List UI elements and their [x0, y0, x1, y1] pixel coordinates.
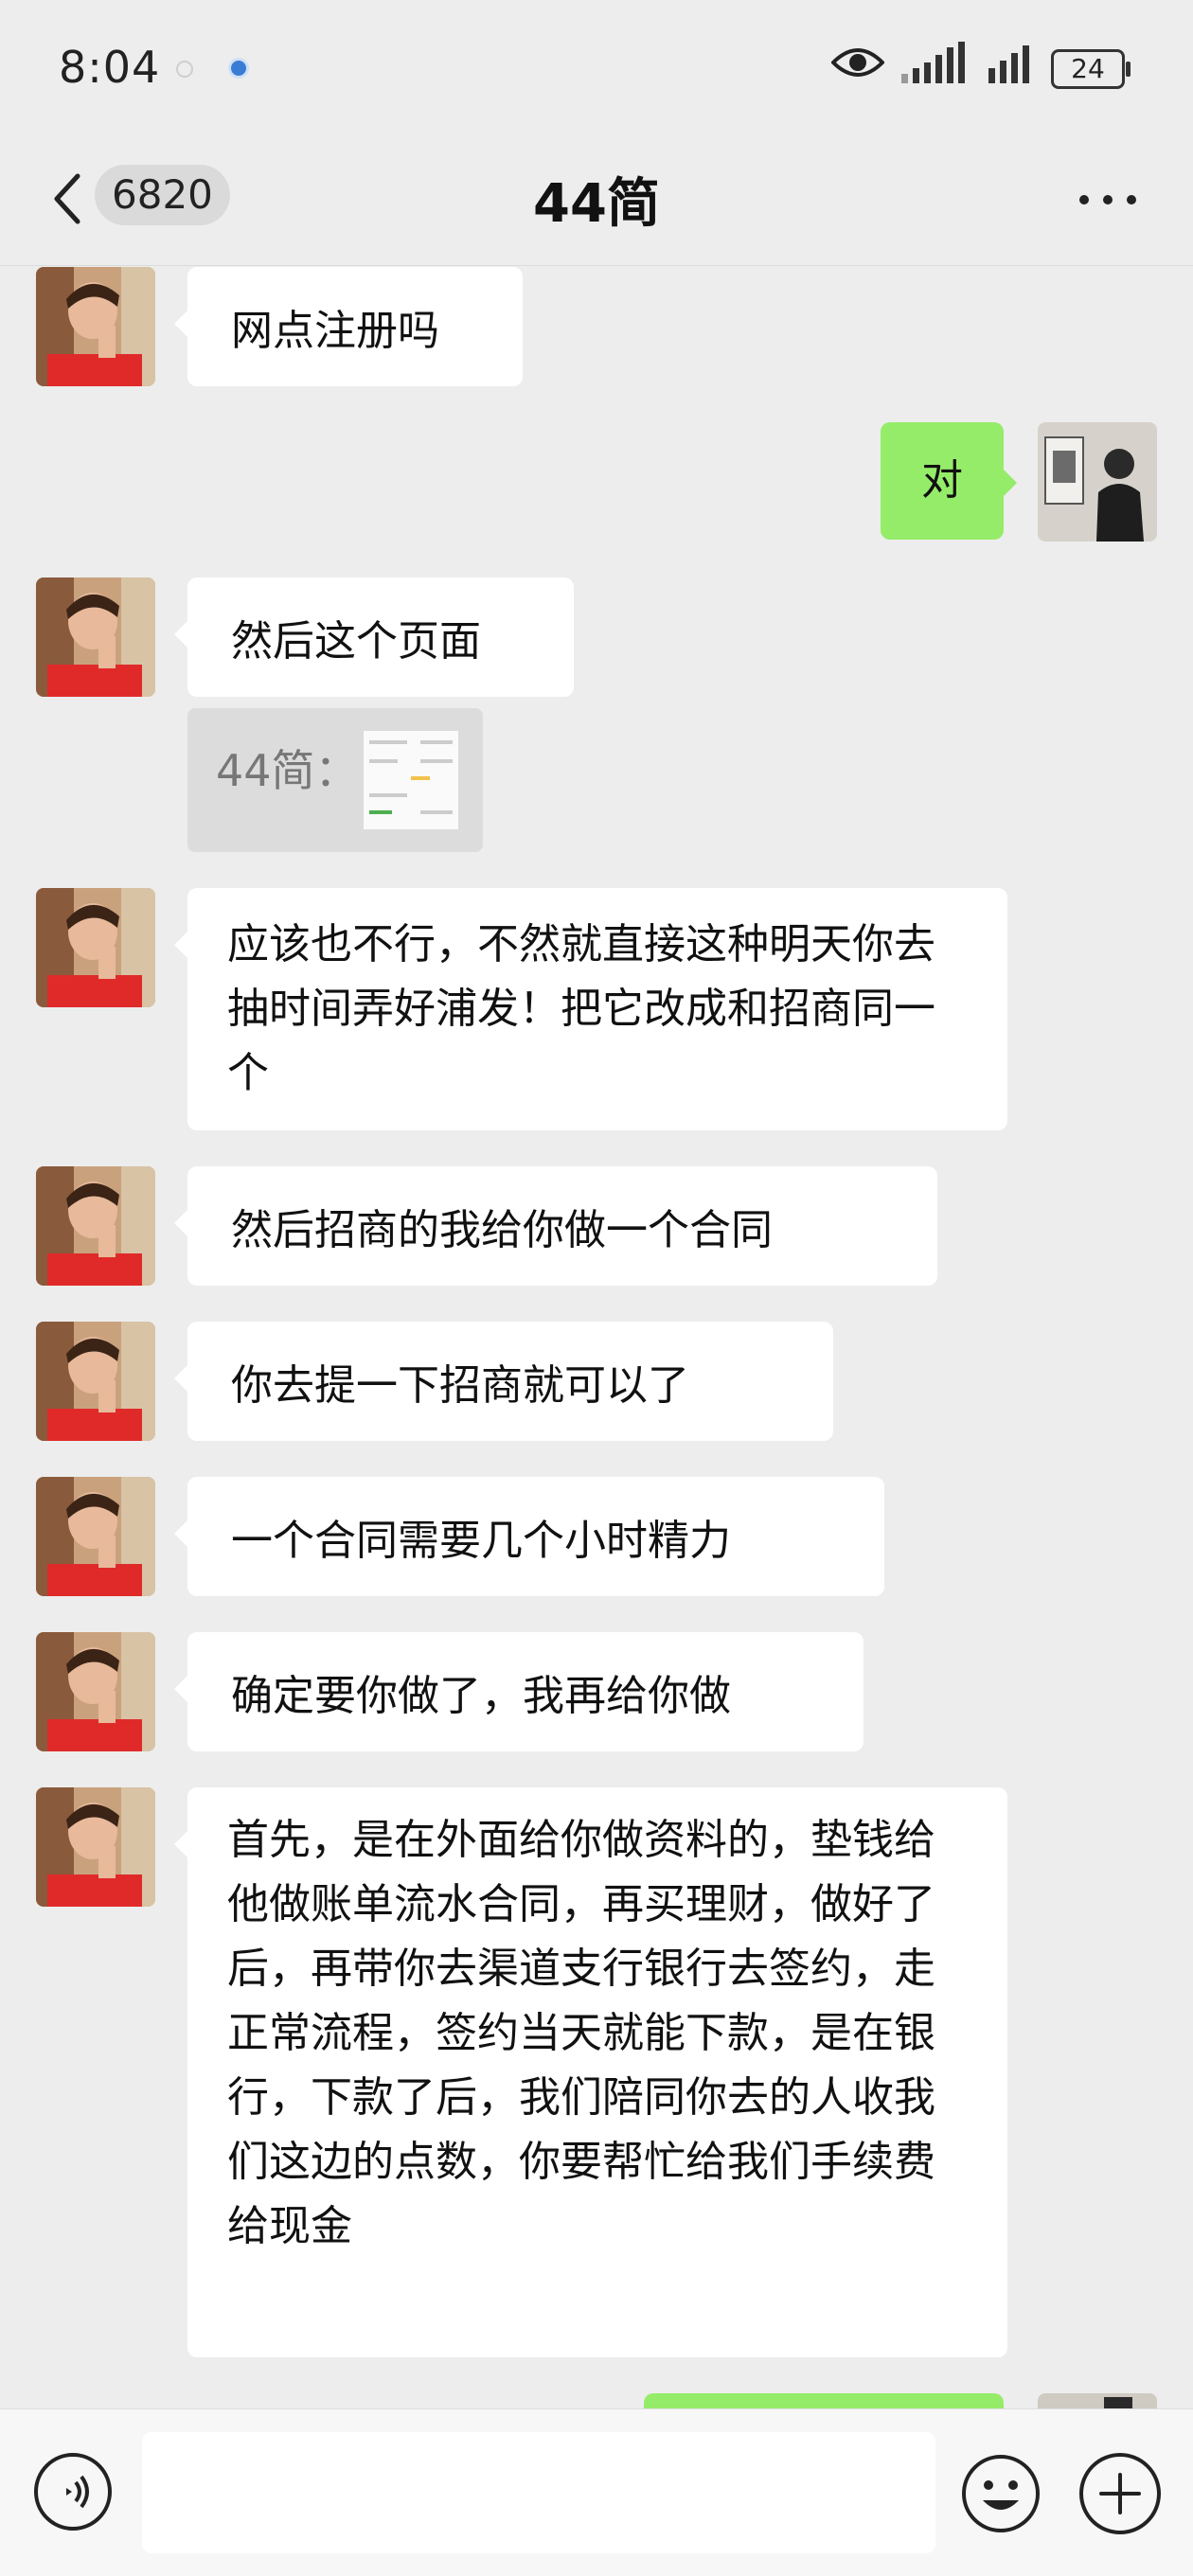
signal-icon — [988, 45, 1029, 83]
quoted-image-thumbnail[interactable] — [364, 731, 458, 829]
chat-header: 6820 44简 — [0, 142, 1193, 266]
contact-avatar[interactable] — [36, 888, 155, 1007]
status-dot-icon — [176, 61, 193, 78]
emoji-icon[interactable] — [960, 2453, 1042, 2534]
message-bubble: 首先，是在外面给你做资料的，垫钱给他做账单流水合同，再买理财，做好了后，再带你去… — [174, 1787, 1007, 2357]
contact-avatar[interactable] — [36, 577, 155, 697]
my-avatar[interactable] — [1038, 2393, 1157, 2408]
contact-avatar[interactable] — [36, 1787, 155, 1907]
quoted-message[interactable]: 44简： — [187, 708, 483, 852]
eye-icon — [831, 48, 884, 77]
contact-avatar[interactable] — [36, 267, 155, 386]
message-bubble-partial — [644, 2393, 1004, 2408]
signal-icon — [901, 42, 965, 83]
battery-indicator: 24 — [1051, 49, 1131, 89]
message-bubble: 然后招商的我给你做一个合同 — [174, 1166, 937, 1286]
plus-icon[interactable] — [1079, 2453, 1161, 2534]
quoted-message-text: 44简： — [216, 745, 359, 796]
location-dot-icon — [231, 61, 246, 76]
contact-avatar[interactable] — [36, 1322, 155, 1441]
message-input[interactable] — [142, 2432, 935, 2553]
contact-avatar[interactable] — [36, 1477, 155, 1596]
chat-title: 44简 — [533, 173, 660, 235]
my-avatar[interactable] — [1038, 422, 1157, 542]
status-bar: 8:04 24 — [0, 0, 1193, 142]
contact-avatar[interactable] — [36, 1166, 155, 1286]
status-time: 8:04 — [59, 42, 161, 93]
message-bubble: 确定要你做了，我再给你做 — [174, 1632, 864, 1751]
message-bubble: 网点注册吗 — [174, 267, 523, 386]
more-dots-icon[interactable] — [1079, 195, 1136, 204]
message-bubble: 对 — [881, 422, 1017, 540]
contact-avatar[interactable] — [36, 1632, 155, 1751]
chat-input-bar — [0, 2408, 1193, 2576]
message-bubble: 一个合同需要几个小时精力 — [174, 1477, 884, 1596]
message-bubble: 你去提一下招商就可以了 — [174, 1322, 833, 1441]
message-bubble: 然后这个页面 — [174, 577, 574, 697]
message-bubble: 应该也不行，不然就直接这种明天你去抽时间弄好浦发！把它改成和招商同一个 — [174, 888, 1007, 1130]
voice-icon[interactable] — [34, 2453, 112, 2531]
